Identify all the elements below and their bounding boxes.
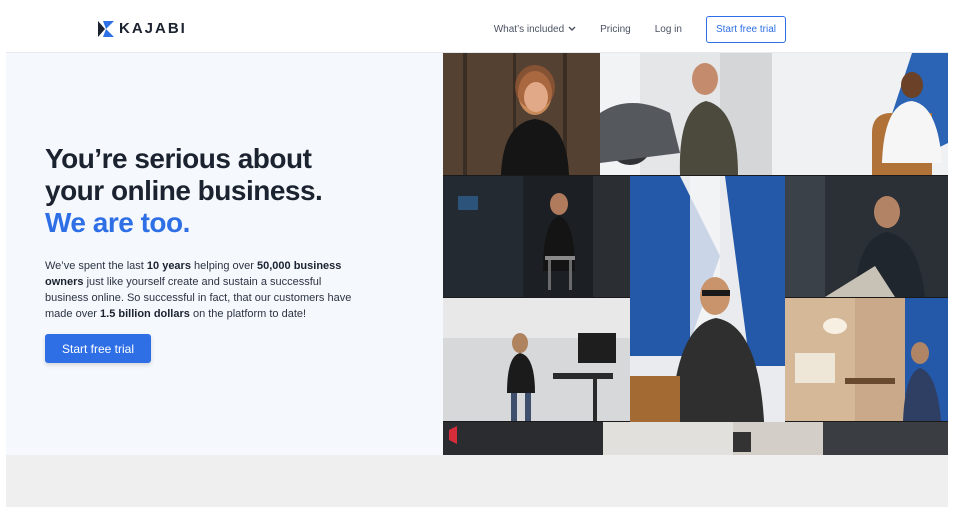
nav-pricing[interactable]: Pricing bbox=[600, 24, 631, 35]
photo-woman-studio-stool bbox=[443, 176, 630, 297]
lede-text-1: We’ve spent the last bbox=[45, 260, 147, 272]
photo-office-chandelier bbox=[785, 298, 948, 421]
hero-headline: You’re serious about your online busines… bbox=[45, 143, 323, 239]
nav-whats-included-label: What’s included bbox=[493, 23, 565, 35]
photo-man-blue-wall bbox=[630, 176, 785, 455]
next-section-band bbox=[6, 455, 948, 507]
photo-man-chair-blue bbox=[772, 53, 948, 175]
hero-description: We’ve spent the last 10 years helping ov… bbox=[45, 258, 357, 322]
chevron-down-icon bbox=[568, 26, 576, 31]
lede-bold-years: 10 years bbox=[146, 260, 191, 272]
photo-bottom-strip bbox=[443, 422, 948, 455]
photo-woman-wood-wall bbox=[443, 53, 600, 175]
kajabi-logo[interactable]: KAJABI bbox=[98, 20, 187, 37]
kajabi-logo-icon bbox=[98, 20, 114, 37]
top-nav: What’s included Pricing Log in Start fre… bbox=[494, 6, 948, 52]
lede-text-2: helping over bbox=[190, 260, 257, 272]
hero-start-trial-button[interactable]: Start free trial bbox=[45, 334, 151, 363]
brand-name: KAJABI bbox=[119, 20, 187, 37]
nav-login[interactable]: Log in bbox=[655, 24, 682, 35]
headline-accent: We are too. bbox=[45, 207, 190, 238]
header-start-trial-button[interactable]: Start free trial bbox=[705, 15, 786, 43]
customer-photo-collage bbox=[443, 53, 948, 455]
lede-text-4: on the platform to date! bbox=[189, 308, 307, 320]
nav-whats-included[interactable]: What’s included bbox=[494, 24, 576, 35]
headline-line-2: your online business. bbox=[45, 175, 323, 206]
site-header: KAJABI What’s included Pricing Log in St… bbox=[6, 6, 948, 53]
hero-text-panel: You’re serious about your online busines… bbox=[6, 53, 443, 455]
photo-woman-video-set bbox=[443, 298, 630, 421]
lede-bold-dollars: 1.5 billion dollars bbox=[100, 308, 190, 320]
page-frame: KAJABI What’s included Pricing Log in St… bbox=[6, 6, 948, 507]
photo-man-dark-room bbox=[785, 176, 948, 297]
photo-man-motorcycle bbox=[600, 53, 772, 175]
headline-line-1: You’re serious about bbox=[45, 143, 312, 174]
